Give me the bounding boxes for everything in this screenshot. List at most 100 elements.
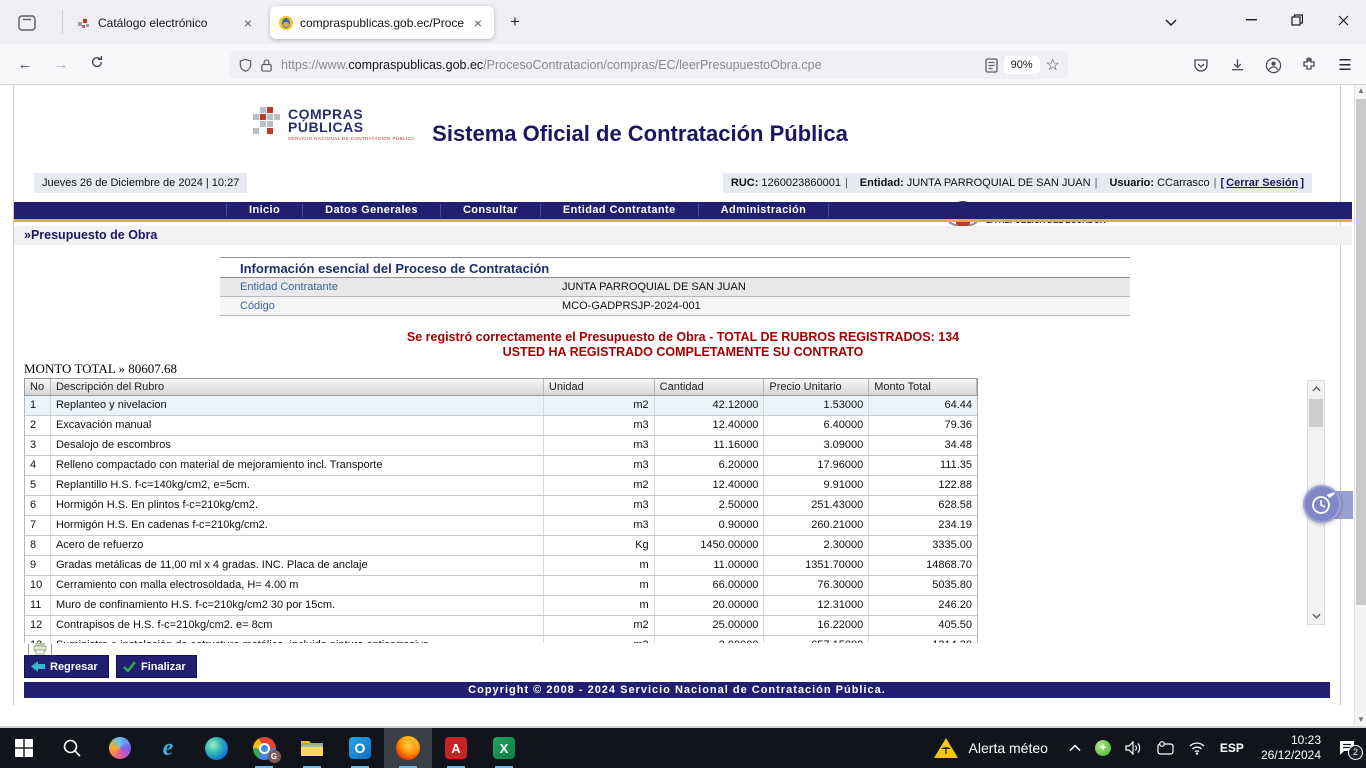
forward-button: → <box>48 52 74 78</box>
table-cell: m <box>544 596 655 615</box>
table-cell: m3 <box>544 496 655 515</box>
column-header: Monto Total <box>869 379 977 395</box>
print-icon[interactable] <box>33 643 47 655</box>
bookmark-star-icon[interactable]: ☆ <box>1046 55 1060 75</box>
firefox-icon[interactable] <box>384 728 432 768</box>
firefox-view-icon[interactable] <box>10 10 44 36</box>
excel-icon[interactable]: X <box>480 728 528 768</box>
logout-link[interactable]: [Cerrar Sesión] <box>1221 177 1305 189</box>
table-row[interactable]: 13Suministro e instalación de estructura… <box>25 636 977 643</box>
file-explorer-icon[interactable] <box>288 728 336 768</box>
table-row[interactable]: 8Acero de refuerzoKg1450.000002.30000333… <box>25 536 977 556</box>
downloads-icon[interactable] <box>1226 55 1248 75</box>
table-cell: Muro de confinamiento H.S. f-c=210kg/cm2… <box>51 596 544 615</box>
weather-widget[interactable]: Alerta méteo <box>933 737 1048 759</box>
volume-icon[interactable] <box>1125 741 1143 755</box>
antivirus-icon[interactable]: + <box>1095 740 1111 756</box>
info-label: Entidad Contratante <box>220 278 562 296</box>
table-cell: Hormigón H.S. En cadenas f-c=210kg/cm2. <box>51 516 544 535</box>
scrollbar-thumb[interactable] <box>1309 399 1323 427</box>
nav-item-datos-generales[interactable]: Datos Generales <box>303 204 441 217</box>
floating-widget[interactable] <box>1303 485 1353 525</box>
new-tab-button[interactable]: + <box>504 12 526 34</box>
table-cell: 11 <box>25 596 51 615</box>
finalizar-button[interactable]: Finalizar <box>116 655 197 678</box>
pocket-icon[interactable] <box>1190 55 1212 75</box>
window-restore-button[interactable] <box>1274 0 1320 40</box>
scroll-down-icon[interactable]: ▼ <box>1355 714 1366 726</box>
window-close-button[interactable] <box>1320 0 1366 40</box>
table-row[interactable]: 12Contrapisos de H.S. f-c=210kg/cm2. e= … <box>25 616 977 636</box>
internet-explorer-icon[interactable]: e <box>144 728 192 768</box>
nav-item-inicio[interactable]: Inicio <box>226 204 303 217</box>
scroll-up-icon[interactable] <box>1308 381 1324 397</box>
regresar-button[interactable]: Regresar <box>24 655 109 678</box>
chrome-icon[interactable]: G <box>240 728 288 768</box>
table-row[interactable]: 2Excavación manualm312.400006.4000079.36 <box>25 416 977 436</box>
table-cell: 13 <box>25 636 51 643</box>
info-row: Entidad Contratante JUNTA PARROQUIAL DE … <box>220 278 1130 297</box>
menu-hamburger-icon[interactable]: ☰ <box>1334 55 1356 75</box>
table-cell: Cerramiento con malla electrosoldada, H=… <box>51 576 544 595</box>
url-bar[interactable]: https://www.compraspublicas.gob.ec/Proce… <box>230 51 1068 79</box>
message-line2: USTED HA REGISTRADO COMPLETAMENTE SU CON… <box>14 345 1352 360</box>
table-row[interactable]: 4Relleno compactado con material de mejo… <box>25 456 977 476</box>
tray-chevron-up-icon[interactable] <box>1069 744 1081 752</box>
table-row[interactable]: 10Cerramiento con malla electrosoldada, … <box>25 576 977 596</box>
search-button[interactable] <box>48 728 96 768</box>
tab-close-icon[interactable]: × <box>240 15 256 31</box>
account-icon[interactable] <box>1262 55 1284 75</box>
table-cell: 3 <box>25 436 51 455</box>
reader-mode-icon[interactable] <box>985 58 998 73</box>
scrollbar-thumb[interactable] <box>1356 99 1366 605</box>
process-info-section: Información esencial del Proceso de Cont… <box>220 257 1130 316</box>
outlook-icon[interactable]: O <box>336 728 384 768</box>
breadcrumb: »Presupuesto de Obra <box>14 226 1352 245</box>
notification-center-icon[interactable]: 2 <box>1338 740 1356 756</box>
table-cell: Suministro e instalación de estructura m… <box>51 636 544 643</box>
language-indicator[interactable]: ESP <box>1220 741 1244 755</box>
reload-button[interactable] <box>84 52 110 78</box>
table-cell: 1314.30 <box>869 636 977 643</box>
budget-table: NoDescripción del RubroUnidadCantidadPre… <box>24 378 978 643</box>
nav-item-entidad-contratante[interactable]: Entidad Contratante <box>541 204 699 217</box>
back-button[interactable]: ← <box>12 52 38 78</box>
table-cell: 14868.70 <box>869 556 977 575</box>
tab-close-icon[interactable]: × <box>470 15 486 31</box>
scroll-up-icon[interactable]: ▲ <box>1355 85 1366 97</box>
nav-item-consultar[interactable]: Consultar <box>441 204 541 217</box>
shield-icon[interactable] <box>238 58 253 73</box>
table-row[interactable]: 6Hormigón H.S. En plintos f-c=210kg/cm2.… <box>25 496 977 516</box>
nav-item-administración[interactable]: Administración <box>699 204 830 217</box>
meet-now-icon[interactable] <box>1157 741 1174 756</box>
acrobat-icon[interactable]: A <box>432 728 480 768</box>
table-cell: 657.15000 <box>764 636 869 643</box>
table-cell: 20.00000 <box>655 596 765 615</box>
tab-compraspublicas-active[interactable]: compraspublicas.gob.ec/Proce × <box>270 6 494 39</box>
clock-wings-icon[interactable] <box>1303 485 1341 523</box>
table-row[interactable]: 5Replantillo H.S. f-c=140kg/cm2, e=5cm.m… <box>25 476 977 496</box>
zoom-level-badge[interactable]: 90% <box>1004 56 1040 74</box>
scroll-down-icon[interactable] <box>1308 608 1324 624</box>
table-row[interactable]: 9Gradas metálicas de 11,00 ml x 4 gradas… <box>25 556 977 576</box>
list-tabs-chevron-icon[interactable] <box>1148 8 1194 36</box>
tab-title: compraspublicas.gob.ec/Proce <box>300 16 464 30</box>
browser-scrollbar[interactable]: ▲ ▼ <box>1354 85 1366 726</box>
extensions-puzzle-icon[interactable] <box>1298 55 1320 75</box>
table-row[interactable]: 11Muro de confinamiento H.S. f-c=210kg/c… <box>25 596 977 616</box>
edge-icon[interactable] <box>192 728 240 768</box>
table-row[interactable]: 3Desalojo de escombrosm311.160003.090003… <box>25 436 977 456</box>
clock-widget[interactable]: 10:23 26/12/2024 <box>1261 733 1321 763</box>
table-row[interactable]: 1Replanteo y nivelacionm242.120001.53000… <box>25 396 977 416</box>
column-header: Precio Unitario <box>764 379 869 395</box>
start-button[interactable] <box>0 728 48 768</box>
window-minimize-button[interactable] <box>1228 0 1274 40</box>
table-cell: 25.00000 <box>655 616 765 635</box>
table-row[interactable]: 7Hormigón H.S. En cadenas f-c=210kg/cm2.… <box>25 516 977 536</box>
copilot-icon[interactable] <box>96 728 144 768</box>
lock-icon[interactable] <box>260 58 273 73</box>
tab-catalogo[interactable]: Catálogo electrónico × <box>68 6 264 39</box>
wifi-icon[interactable] <box>1188 741 1206 755</box>
table-cell: 11.00000 <box>655 556 765 575</box>
table-cell: 9 <box>25 556 51 575</box>
